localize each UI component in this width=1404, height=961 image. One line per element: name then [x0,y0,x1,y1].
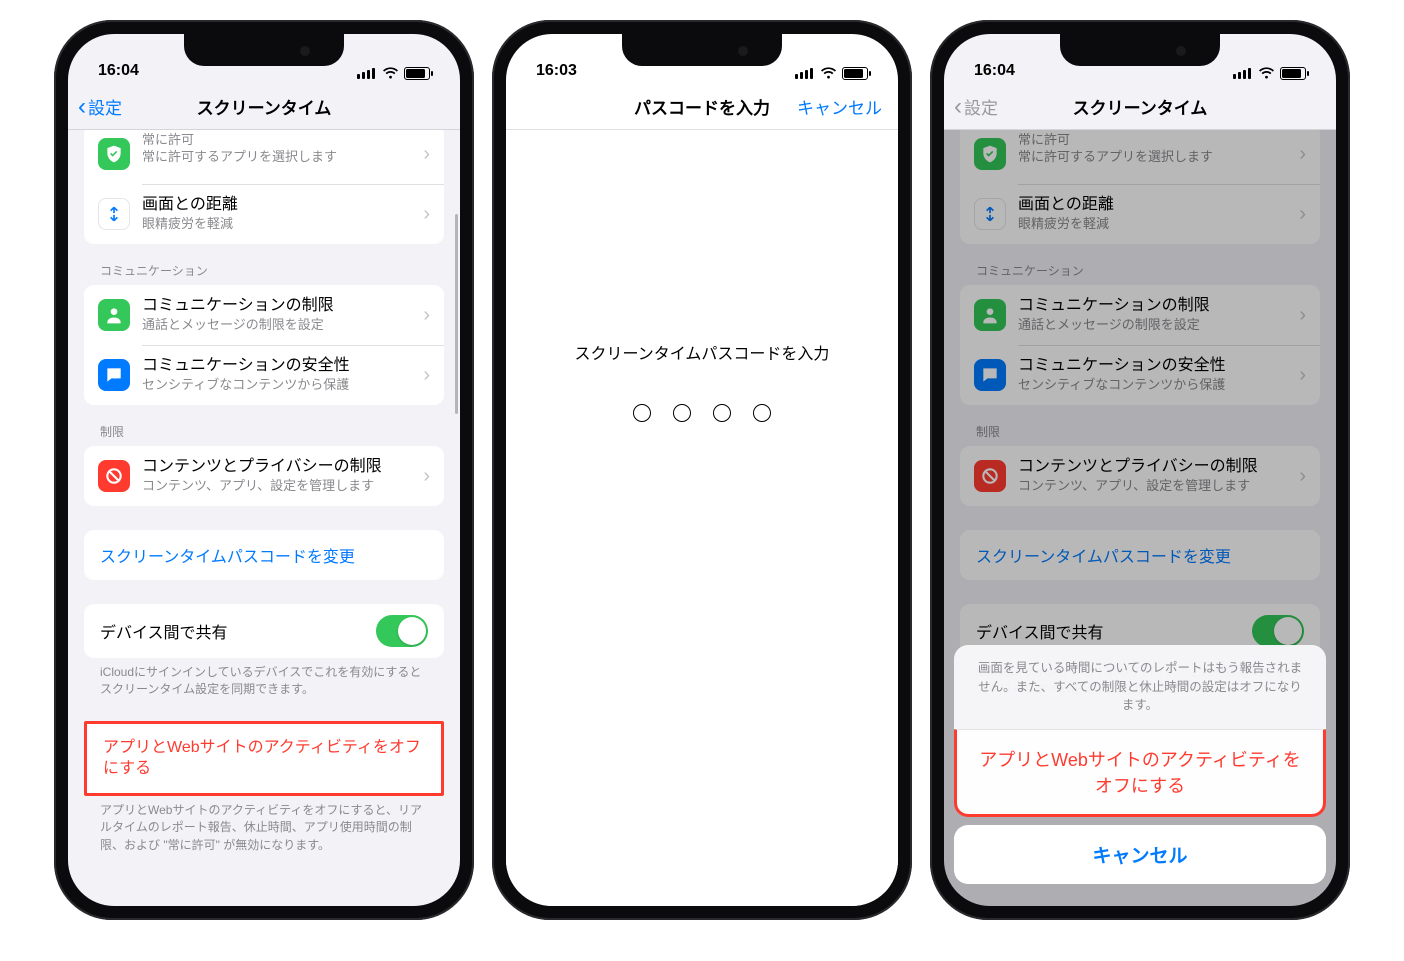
chat-icon [98,359,130,391]
passcode-dot [673,404,691,422]
row-always-allow[interactable]: 常に許可 常に許可するアプリを選択します › [84,130,444,184]
passcode-prompt: スクリーンタイムパスコードを入力 [575,340,830,364]
chevron-right-icon: › [423,465,430,488]
scroll-indicator[interactable] [455,214,458,414]
notch [184,34,344,66]
toggle-switch-on[interactable] [376,615,428,647]
status-time: 16:04 [974,62,1015,80]
signal-icon [357,68,375,79]
passcode-dot [633,404,651,422]
page-title: スクリーンタイム [944,94,1336,119]
back-label: 設定 [964,94,998,119]
turn-off-footer: アプリとWebサイトのアクティビティをオフにすると、リアルタイムのレポート報告、… [68,796,460,854]
row-comm-safety[interactable]: コミュニケーションの安全性 センシティブなコンテンツから保護 › [84,345,444,405]
content-privacy-title: コンテンツとプライバシーの制限 [142,457,417,477]
phone-2: 16:03 パスコードを入力 キャンセル スクリーンタイムパスコードを入力 [492,20,912,920]
cancel-button[interactable]: キャンセル [797,94,882,119]
passcode-content: スクリーンタイムパスコードを入力 [506,130,898,906]
comm-safety-sub: センシティブなコンテンツから保護 [142,377,417,394]
content-privacy-sub: コンテンツ、アプリ、設定を管理します [142,478,417,495]
page-title: スクリーンタイム [68,94,460,119]
signal-icon [1233,68,1251,79]
row-distance-title: 画面との距離 [142,195,417,215]
phone-1: 16:04 ‹ 設定 スクリーンタイム [54,20,474,920]
signal-icon [795,68,813,79]
person-icon [98,299,130,331]
sheet-message: 画面を見ている時間についてのレポートはもう報告されません。また、すべての制限と休… [954,645,1326,729]
content: 常に許可 常に許可するアプリを選択します › 画面との距離 眼精疲労を軽減 [68,130,460,906]
phone-3: 16:04 ‹ 設定 スクリーンタイム [930,20,1350,920]
battery-icon [842,67,868,80]
row-cut-title: 常に許可 [142,132,417,148]
section-communication: コミュニケーション [68,244,460,285]
notch [622,34,782,66]
back-button: ‹ 設定 [944,94,998,119]
chevron-left-icon: ‹ [78,95,86,119]
share-devices-footer: iCloudにサインインしているデバイスでこれを有効にするとスクリーンタイム設定… [68,658,460,699]
action-sheet: 画面を見ている時間についてのレポートはもう報告されません。また、すべての制限と休… [954,645,1326,884]
nav-bar: ‹ 設定 スクリーンタイム [944,84,1336,130]
chevron-right-icon: › [423,203,430,226]
row-content-privacy[interactable]: コンテンツとプライバシーの制限 コンテンツ、アプリ、設定を管理します › [84,446,444,506]
wifi-icon [382,67,399,80]
chevron-right-icon: › [423,143,430,166]
row-always-allow-sub: 常に許可するアプリを選択します [142,149,417,166]
chevron-right-icon: › [423,364,430,387]
status-time: 16:04 [98,62,139,80]
passcode-dot [753,404,771,422]
section-restrict: 制限 [68,405,460,446]
comm-safety-title: コミュニケーションの安全性 [142,356,417,376]
status-indicators [795,67,868,80]
row-share-across-devices[interactable]: デバイス間で共有 [84,604,444,658]
no-sign-icon [98,460,130,492]
status-time: 16:03 [536,62,577,80]
status-indicators [357,67,430,80]
content: 常に許可 常に許可するアプリを選択します › 画面との距離 眼精疲労を軽減 [944,130,1336,906]
row-screen-distance[interactable]: 画面との距離 眼精疲労を軽減 › [84,184,444,244]
distance-icon [98,198,130,230]
sheet-turn-off-button[interactable]: アプリとWebサイトのアクティビティをオフにする [954,729,1326,817]
row-change-passcode[interactable]: スクリーンタイムパスコードを変更 [84,530,444,580]
passcode-dot [713,404,731,422]
check-shield-icon [98,138,130,170]
nav-bar: ‹ 設定 スクリーンタイム [68,84,460,130]
back-button[interactable]: ‹ 設定 [68,94,122,119]
back-label: 設定 [88,94,122,119]
comm-limit-title: コミュニケーションの制限 [142,296,417,316]
passcode-dots [633,404,771,422]
wifi-icon [820,67,837,80]
share-devices-label: デバイス間で共有 [100,619,228,643]
sheet-cancel-button[interactable]: キャンセル [954,825,1326,884]
battery-icon [404,67,430,80]
notch [1060,34,1220,66]
status-indicators [1233,67,1306,80]
row-comm-limits[interactable]: コミュニケーションの制限 通話とメッセージの制限を設定 › [84,285,444,345]
chevron-left-icon: ‹ [954,95,962,119]
chevron-right-icon: › [423,304,430,327]
wifi-icon [1258,67,1275,80]
row-distance-sub: 眼精疲労を軽減 [142,216,417,233]
battery-icon [1280,67,1306,80]
comm-limit-sub: 通話とメッセージの制限を設定 [142,317,417,334]
nav-bar: パスコードを入力 キャンセル [506,84,898,130]
row-turn-off-activity[interactable]: アプリとWebサイトのアクティビティをオフにする [84,721,444,796]
